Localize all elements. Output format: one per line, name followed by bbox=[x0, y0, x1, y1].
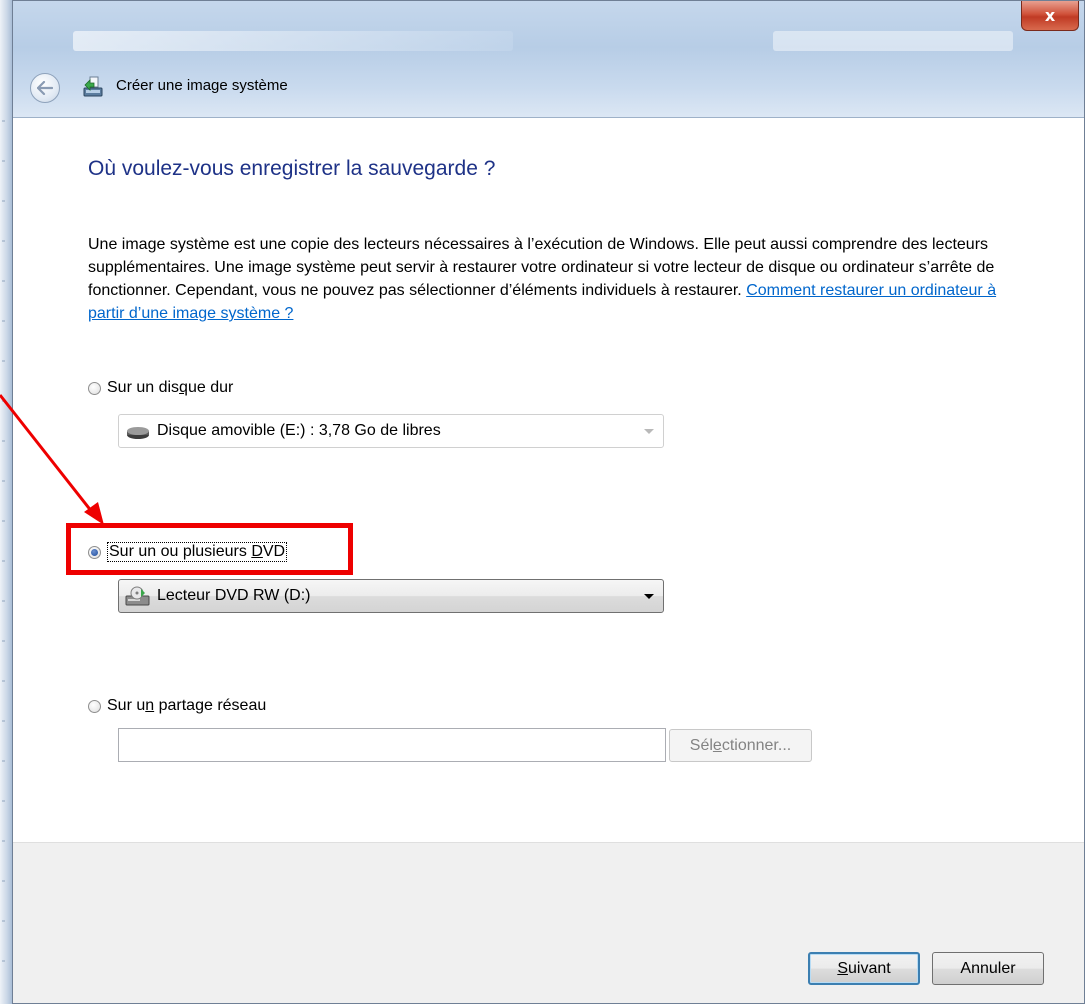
dvd-combo[interactable]: Lecteur DVD RW (D:) bbox=[118, 579, 664, 613]
dvd-drive-icon bbox=[125, 586, 150, 606]
chevron-down-icon bbox=[644, 429, 654, 434]
radio-network-label[interactable]: Sur un partage réseau bbox=[107, 697, 266, 715]
cancel-button[interactable]: Annuler bbox=[932, 952, 1044, 985]
option-hard-disk[interactable]: Sur un disque dur bbox=[88, 379, 233, 397]
blurred-search-box bbox=[773, 31, 1013, 51]
removable-drive-icon bbox=[127, 427, 149, 439]
footer-bar bbox=[13, 842, 1084, 1003]
blurred-address-bar bbox=[73, 31, 513, 51]
dvd-combo-value: Lecteur DVD RW (D:) bbox=[157, 587, 311, 604]
select-network-button[interactable]: Sél e ctionner... bbox=[669, 729, 812, 762]
close-icon: x bbox=[1044, 6, 1056, 25]
hard-disk-combo-value: Disque amovible (E:) : 3,78 Go de libres bbox=[157, 422, 441, 439]
page-heading: Où voulez-vous enregistrer la sauvegarde… bbox=[88, 157, 496, 180]
annotation-highlight-box bbox=[66, 523, 353, 575]
description: Une image système est une copie des lect… bbox=[88, 233, 1003, 325]
backup-icon bbox=[83, 76, 103, 97]
back-button[interactable] bbox=[30, 73, 60, 103]
back-arrow-icon bbox=[37, 81, 53, 95]
background-scroll-marks bbox=[2, 120, 5, 1000]
chevron-down-icon bbox=[644, 594, 654, 599]
hard-disk-combo[interactable]: Disque amovible (E:) : 3,78 Go de libres bbox=[118, 414, 664, 448]
close-button[interactable]: x bbox=[1021, 1, 1079, 31]
radio-hard-disk[interactable] bbox=[88, 381, 101, 395]
radio-network[interactable] bbox=[88, 699, 101, 713]
wizard-window: x Créer une image système Où voulez-vous… bbox=[12, 0, 1085, 1004]
next-button[interactable]: Suivant bbox=[808, 952, 920, 985]
title-bar: x Créer une image système bbox=[13, 1, 1084, 118]
option-network[interactable]: Sur un partage réseau bbox=[88, 697, 266, 715]
network-path-input[interactable] bbox=[118, 728, 666, 762]
radio-hard-disk-label[interactable]: Sur un disque dur bbox=[107, 379, 233, 397]
window-title: Créer une image système bbox=[116, 77, 288, 94]
